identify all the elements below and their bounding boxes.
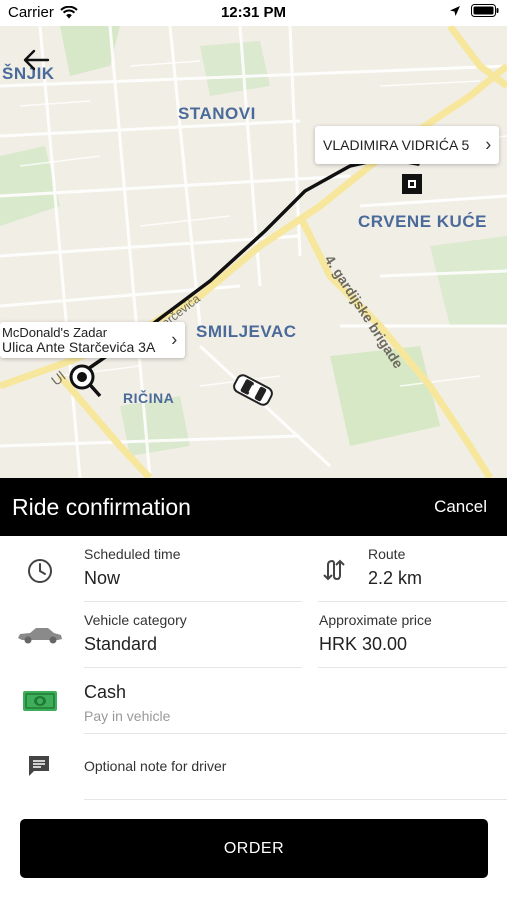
location-arrow-icon	[450, 5, 460, 16]
vehicle-category-label: Vehicle category	[84, 612, 187, 628]
cancel-button[interactable]: Cancel	[434, 497, 487, 517]
route-arrows-icon	[323, 559, 345, 581]
map-label-smiljevac: SMILJEVAC	[196, 322, 297, 341]
map-label-crvene-kuce: CRVENE KUĆE	[358, 212, 487, 231]
origin-name: McDonald's Zadar	[2, 325, 108, 340]
origin-callout[interactable]: McDonald's Zadar Ulica Ante Starčevića 3…	[0, 322, 186, 358]
destination-callout[interactable]: VLADIMIRA VIDRIĆA 5 ›	[315, 126, 500, 164]
scheduled-time-row[interactable]: Scheduled time Now Route 2.2 km	[0, 536, 507, 602]
payment-method-value: Cash	[84, 682, 127, 702]
map-label-stanovi: STANOVI	[178, 104, 256, 123]
destination-marker-icon	[402, 174, 422, 194]
origin-address: Ulica Ante Starčevića 3A	[2, 339, 156, 355]
map-background	[0, 26, 507, 478]
payment-sublabel: Pay in vehicle	[84, 708, 171, 724]
scheduled-time-label: Scheduled time	[84, 546, 181, 562]
clock-time: 12:31 PM	[220, 4, 287, 21]
approximate-price-value: HRK 30.00	[319, 634, 408, 654]
map-label-ricina: RIČINA	[123, 390, 175, 406]
car-icon	[18, 628, 62, 644]
taxi-car-icon	[233, 374, 273, 406]
destination-label: VLADIMIRA VIDRIĆA 5	[323, 137, 470, 153]
vehicle-category-value: Standard	[84, 634, 158, 654]
origin-marker-icon	[69, 364, 102, 398]
page-title: Ride confirmation	[12, 493, 191, 520]
clock-icon	[28, 559, 52, 583]
vehicle-category-row[interactable]: Vehicle category Standard Approximate pr…	[0, 602, 507, 668]
order-button[interactable]: ORDER	[20, 819, 488, 878]
back-arrow-icon[interactable]	[22, 48, 50, 72]
message-icon	[29, 756, 49, 776]
driver-note-label: Optional note for driver	[84, 758, 227, 774]
route-label: Route	[368, 546, 406, 562]
cash-icon	[23, 691, 57, 711]
battery-icon	[471, 4, 499, 17]
route-map[interactable]: ŠNJIK STANOVI CRVENE KUĆE SMILJEVAC RIČI…	[0, 26, 507, 478]
scheduled-time-value: Now	[84, 568, 121, 588]
payment-row[interactable]: Cash Pay in vehicle	[0, 668, 507, 734]
divider	[84, 799, 507, 800]
chevron-right-icon: ›	[485, 134, 492, 155]
status-bar: Carrier 12:31 PM	[0, 0, 507, 26]
route-value: 2.2 km	[368, 568, 423, 588]
chevron-right-icon: ›	[171, 329, 178, 350]
approximate-price-label: Approximate price	[319, 612, 432, 628]
driver-note-row[interactable]: Optional note for driver	[0, 734, 507, 800]
ride-confirmation-header: Ride confirmation Cancel	[0, 478, 507, 536]
